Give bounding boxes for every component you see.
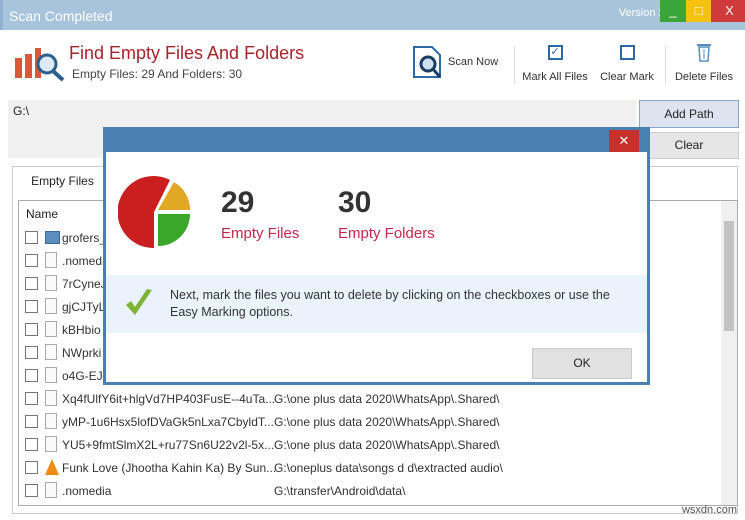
trash-icon: [697, 44, 711, 62]
delete-files-label: Delete Files: [674, 71, 734, 83]
file-path: G:\one plus data 2020\WhatsApp\.Shared\: [274, 438, 500, 452]
row-checkbox[interactable]: [25, 484, 38, 497]
column-header-name[interactable]: Name: [26, 207, 58, 221]
file-name: 7rCyneJ: [62, 277, 107, 291]
table-row[interactable]: yMP-1u6Hsx5lofDVaGk5nLxa7CbyldT... G:\one…: [19, 411, 719, 433]
row-checkbox[interactable]: [25, 461, 38, 474]
app-title: Find Empty Files And Folders: [69, 43, 305, 63]
scrollbar-thumb[interactable]: [724, 221, 734, 331]
delete-files-button[interactable]: Delete Files: [669, 42, 739, 83]
mark-all-label: Mark All Files: [522, 71, 588, 83]
dialog-title-bar: ✕: [106, 130, 647, 152]
table-row[interactable]: Funk Love (Jhootha Kahin Ka) By Sun... G:…: [19, 457, 719, 479]
jpg-file-icon: [45, 231, 60, 244]
file-path: G:\transfer\Android\data\: [274, 484, 406, 498]
clear-mark-label: Clear Mark: [600, 71, 654, 83]
clear-path-button[interactable]: Clear: [639, 132, 739, 159]
watermark: wsxdn.com: [681, 504, 737, 516]
file-icon: [45, 344, 57, 360]
dialog-close-button[interactable]: ✕: [609, 130, 639, 152]
app-header: Find Empty Files And Folders Empty Files…: [3, 30, 745, 100]
add-path-button[interactable]: Add Path: [639, 100, 739, 128]
scan-summary: Empty Files: 29 And Folders: 30: [72, 67, 243, 81]
file-name: gjCJTyL: [62, 300, 106, 314]
scan-result-dialog: ✕ 29 Empty Files 30 Empty Folders Next, …: [103, 127, 650, 385]
file-icon: [45, 275, 57, 291]
empty-folders-label: Empty Folders: [338, 225, 435, 242]
table-row[interactable]: .nomedia G:\transfer\Android\data\: [19, 480, 719, 502]
file-icon: [45, 390, 57, 406]
file-icon: [45, 413, 57, 429]
pie-chart-icon: [118, 176, 191, 249]
maximize-button[interactable]: □: [686, 0, 711, 22]
file-icon: [45, 298, 57, 314]
scrollbar[interactable]: [721, 201, 737, 505]
row-checkbox[interactable]: [25, 346, 38, 359]
file-name: grofers_: [62, 231, 107, 245]
file-path: G:\one plus data 2020\WhatsApp\.Shared\: [274, 392, 500, 406]
scan-now-button[interactable]: Scan Now: [411, 44, 506, 80]
title-bar: Scan Completed Version 2.9.1 _ □ X: [0, 0, 745, 30]
row-checkbox[interactable]: [25, 438, 38, 451]
row-checkbox[interactable]: [25, 415, 38, 428]
vlc-icon: [45, 459, 59, 475]
file-icon: [45, 436, 57, 452]
checkmark-icon: [126, 289, 152, 315]
table-row[interactable]: Xq4fUlfY6it+hlgVd7HP403FusE--4uTa... G:\o…: [19, 388, 719, 410]
file-name: .nomed: [62, 254, 103, 268]
checkbox-checked-icon: ✓: [547, 45, 563, 60]
scan-icon: [413, 46, 442, 78]
file-name: YU5+9fmtSlmX2L+ru77Sn6U22v2l-5x...: [62, 438, 275, 452]
table-row[interactable]: YU5+9fmtSlmX2L+ru77Sn6U22v2l-5x... G:\one…: [19, 434, 719, 456]
info-message: Next, mark the files you want to delete …: [170, 288, 610, 319]
checkbox-empty-icon: [619, 45, 635, 60]
mark-all-files-button[interactable]: ✓ Mark All Files: [519, 42, 591, 83]
app-logo-icon: [15, 48, 65, 82]
file-name: kBHbio: [62, 323, 101, 337]
info-band: Next, mark the files you want to delete …: [106, 275, 647, 333]
file-icon: [45, 252, 57, 268]
ok-button[interactable]: OK: [532, 348, 632, 379]
file-name: Xq4fUlfY6it+hlgVd7HP403FusE--4uTa...: [62, 392, 276, 406]
file-name: yMP-1u6Hsx5lofDVaGk5nLxa7CbyldT...: [62, 415, 274, 429]
window-title: Scan Completed: [9, 8, 113, 24]
row-checkbox[interactable]: [25, 254, 38, 267]
file-icon: [45, 367, 57, 383]
row-checkbox[interactable]: [25, 277, 38, 290]
row-checkbox[interactable]: [25, 231, 38, 244]
row-checkbox[interactable]: [25, 323, 38, 336]
row-checkbox[interactable]: [25, 369, 38, 382]
empty-folders-count: 30: [338, 186, 372, 219]
file-path: G:\one plus data 2020\WhatsApp\.Shared\: [274, 415, 500, 429]
tab-empty-files[interactable]: Empty Files: [13, 167, 113, 195]
minimize-button[interactable]: _: [660, 0, 686, 22]
empty-files-count: 29: [221, 186, 255, 219]
file-name: NWprki: [62, 346, 102, 360]
file-name: .nomedia: [62, 484, 112, 498]
file-icon: [45, 482, 57, 498]
close-button[interactable]: X: [711, 0, 745, 22]
row-checkbox[interactable]: [25, 392, 38, 405]
scan-now-label: Scan Now: [448, 56, 499, 68]
clear-mark-button[interactable]: Clear Mark: [597, 42, 657, 83]
file-name: Funk Love (Jhootha Kahin Ka) By Sun...: [62, 461, 277, 475]
empty-files-label: Empty Files: [221, 225, 300, 242]
row-checkbox[interactable]: [25, 300, 38, 313]
file-path: G:\oneplus data\songs d d\extracted audi…: [274, 461, 503, 475]
path-item[interactable]: G:\: [13, 104, 29, 118]
file-icon: [45, 321, 57, 337]
